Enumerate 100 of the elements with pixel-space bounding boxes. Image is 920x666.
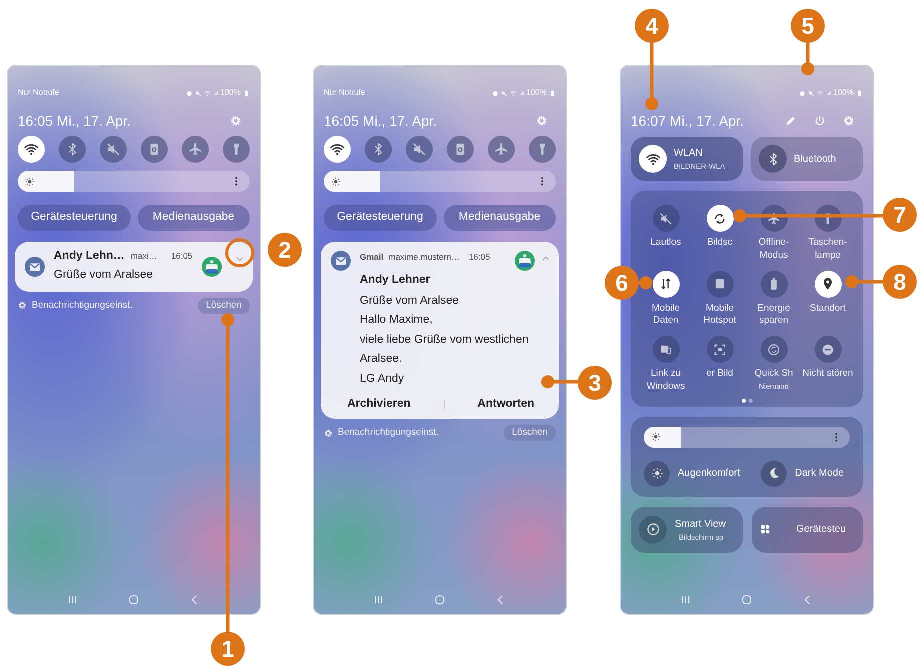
settings-link[interactable]: Benachrichtigungseinst. (32, 298, 133, 313)
highlight-ring (226, 238, 254, 268)
settings-icon[interactable] (18, 301, 27, 310)
callout-number: 4 (635, 9, 669, 43)
clear-button[interactable]: Löschen (198, 298, 250, 314)
clock-date: Mi., 17. Apr. (670, 112, 744, 131)
leader-line (542, 376, 578, 388)
notification-card[interactable]: Gmail maxime.mustern… 16:05 Andy Lehner Grüße vom Aralsee Hallo Maxime, viele liebe Grüße vom westlichen Aralsee. LG Andy Archivieren Antworten (321, 242, 559, 420)
quick-toggle[interactable] (447, 136, 474, 163)
shortcut-tile[interactable]: Gerätesteu (752, 506, 863, 553)
wifi-icon (510, 90, 517, 96)
battery-percent: 100% (834, 87, 854, 99)
leader-line (646, 43, 658, 110)
quick-toggle[interactable] (406, 136, 433, 163)
rotate-icon (713, 212, 727, 226)
clock-date: Mi., 17. Apr. (363, 112, 437, 131)
quick-toggle[interactable] (706, 270, 734, 298)
leader-line (802, 43, 814, 76)
tile-label: Energie sparen (756, 302, 792, 328)
action-button[interactable]: Archivieren (347, 396, 411, 414)
tile-label: Mobile Hotspot (702, 302, 738, 328)
sun-icon (25, 176, 35, 186)
mail-icon (331, 251, 351, 271)
screen-capture-icon (713, 342, 727, 357)
action-button[interactable]: Antworten (478, 396, 535, 414)
callout-number: 3 (578, 366, 612, 400)
mute-icon (500, 90, 508, 96)
shortcut-button[interactable]: Gerätesteuerung (18, 205, 130, 231)
wifi-icon (330, 142, 345, 157)
brightness-slider[interactable] (18, 171, 250, 192)
quick-toggle[interactable] (814, 336, 842, 364)
home-icon[interactable] (740, 594, 753, 606)
tile-label: Bildsc (706, 237, 734, 250)
shortcut-button[interactable]: Medienausgabe (444, 205, 556, 231)
settings-link[interactable]: Benachrichtigungseinst. (338, 426, 439, 440)
quick-toggle[interactable] (100, 136, 127, 163)
quick-toggle[interactable] (652, 336, 680, 364)
wifi-icon (24, 142, 39, 157)
shortcut-button[interactable]: Gerätesteuerung (324, 205, 436, 231)
app-name: Gmail (360, 251, 384, 264)
settings-icon[interactable] (324, 428, 333, 438)
tile-label: WLAN (674, 146, 704, 161)
signal-icon (826, 90, 832, 96)
mode-toggle[interactable]: Dark Mode (761, 460, 844, 487)
status-text: Nur Notrufe (18, 87, 60, 99)
notification-card[interactable]: Andy Lehn… maxi… 16:05 Grüße vom Aralsee (15, 242, 253, 292)
recents-icon[interactable] (680, 594, 692, 606)
airplane-icon (767, 212, 781, 226)
quick-toggle[interactable] (814, 205, 842, 232)
quick-toggle[interactable] (706, 336, 734, 364)
quick-toggle[interactable] (760, 205, 788, 232)
clock-time: 16:05 (324, 112, 360, 130)
quick-toggle[interactable] (223, 136, 250, 163)
quick-toggle[interactable] (365, 136, 392, 163)
battery-percent: 100% (220, 87, 241, 99)
mode-toggle[interactable]: Augenkomfort (644, 460, 740, 487)
shortcut-button[interactable]: Medienausgabe (138, 205, 250, 231)
clear-button[interactable]: Löschen (504, 425, 556, 442)
airplane-icon (188, 142, 203, 157)
home-icon[interactable] (434, 594, 446, 606)
quick-toggle[interactable] (652, 270, 680, 298)
pencil-icon[interactable] (785, 115, 797, 127)
account-text: maxi… (130, 251, 158, 262)
power-icon[interactable] (814, 115, 826, 127)
quick-toggle[interactable] (324, 136, 351, 163)
wifi-icon (204, 90, 211, 96)
quick-toggle[interactable] (141, 136, 168, 163)
avatar-icon (202, 256, 222, 277)
brightness-slider[interactable] (644, 426, 850, 448)
quick-toggle[interactable] (529, 136, 556, 163)
quick-toggle[interactable] (706, 205, 734, 232)
message-text: Grüße vom Aralsee (360, 295, 460, 307)
home-icon[interactable] (128, 594, 140, 606)
sun-icon (651, 432, 661, 442)
clock-date: Mi., 17. Apr. (57, 112, 131, 131)
brightness-slider[interactable] (324, 171, 556, 192)
message-text: Hallo Maxime, (360, 314, 433, 326)
quick-toggle[interactable] (760, 336, 788, 364)
message-text: viele liebe Grüße vom westlichen Aralsee. (360, 334, 529, 366)
quick-toggle[interactable] (182, 136, 209, 163)
recents-icon[interactable] (66, 594, 79, 606)
do-not-disturb-icon (821, 342, 835, 357)
quick-toggle[interactable] (488, 136, 515, 163)
tile-label: Link zu Windows (646, 368, 686, 394)
quick-toggle[interactable] (814, 270, 842, 298)
quick-toggle[interactable] (760, 270, 788, 298)
sender-name: Andy Lehner (360, 274, 430, 286)
tile-label: Mobile Daten (651, 302, 681, 328)
toggle-tile[interactable]: Bluetooth (751, 137, 863, 181)
quick-toggle[interactable] (59, 136, 86, 163)
quick-toggle[interactable] (18, 136, 45, 163)
play-icon (646, 522, 660, 538)
share-icon (767, 342, 781, 357)
tile-label: Taschen-lampe (808, 237, 848, 263)
message-text: Grüße vom Aralsee (54, 268, 154, 281)
mute-icon (106, 142, 121, 157)
callout-number: 2 (268, 233, 302, 267)
quick-toggle[interactable] (652, 205, 680, 232)
recents-icon[interactable] (372, 594, 385, 606)
clock-time: 16:05 (18, 112, 54, 130)
